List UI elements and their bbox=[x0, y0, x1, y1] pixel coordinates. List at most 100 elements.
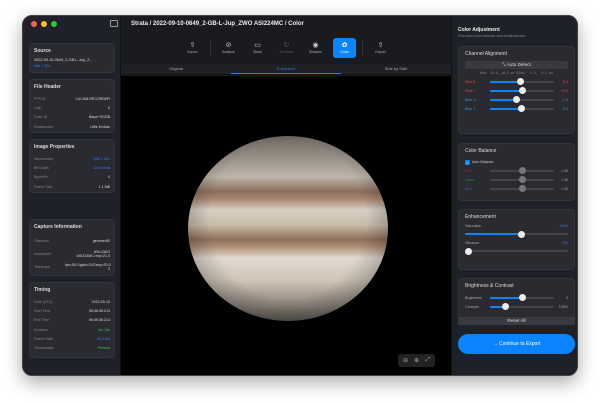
info-label: LuID bbox=[34, 106, 42, 110]
slider-knob[interactable] bbox=[519, 185, 526, 192]
slider-value: +0.2 bbox=[554, 89, 568, 93]
slider-knob[interactable] bbox=[519, 294, 526, 301]
slider-red-x[interactable]: Red X-0.4 bbox=[465, 77, 568, 86]
auto-detect-button[interactable]: ⤡ Auto Detect bbox=[465, 61, 568, 69]
toolbar-analyze-button[interactable]: ⊘Analyze bbox=[217, 38, 240, 58]
balance-heading: Color Balance bbox=[465, 148, 568, 154]
slider-knob[interactable] bbox=[519, 176, 526, 183]
info-row: LuID0 bbox=[34, 103, 110, 112]
slider-contrast[interactable]: Contrast100% bbox=[465, 302, 568, 311]
info-row: InstrumentASI=ZWO ASI224MC=mp=21.0 bbox=[34, 247, 110, 260]
info-value: 1.1 MB bbox=[99, 185, 110, 189]
info-row: End Time 06:49:36.214 bbox=[34, 316, 110, 325]
info-value: 06:49:36.214 bbox=[89, 318, 110, 322]
slider-label: Red Y bbox=[465, 89, 490, 93]
fit-icon[interactable]: ⤢ bbox=[425, 357, 430, 364]
file-header-card: File Header FPS IDLUCAM-RECORDERLuID0Col… bbox=[29, 79, 115, 133]
continue-to-export-button[interactable]: → Continue to Export bbox=[458, 334, 575, 354]
window-controls bbox=[31, 21, 57, 27]
slider-track[interactable] bbox=[490, 81, 554, 83]
slider-knob[interactable] bbox=[518, 231, 525, 238]
sidebar-toggle-icon[interactable] bbox=[110, 20, 118, 27]
slider-track[interactable] bbox=[465, 233, 568, 235]
info-row: Telescopefps=50.1/gain=247/exp=20.0 0 bbox=[34, 260, 110, 273]
slider-blue-y[interactable]: Blue Y-0.2 bbox=[465, 104, 568, 113]
slider-saturation[interactable]: Saturation111% bbox=[465, 224, 568, 235]
info-label: Duration bbox=[34, 328, 48, 332]
info-label: End Time bbox=[34, 318, 49, 322]
tab-original[interactable]: Original bbox=[121, 64, 231, 74]
slider-knob[interactable] bbox=[465, 248, 472, 255]
info-row: Dimensions656 × 424 bbox=[34, 154, 110, 163]
info-label: Color ID bbox=[34, 115, 47, 119]
close-button[interactable] bbox=[31, 21, 37, 27]
window-title: Strata / 2022-09-10-0649_2-GB-L-Jup_ZWO … bbox=[131, 21, 304, 27]
slider-track[interactable] bbox=[490, 306, 554, 308]
toolbar-derotate-button[interactable]: ↻Derotate bbox=[275, 38, 298, 58]
image-properties-card: Image Properties Dimensions656 × 424Bit … bbox=[29, 139, 115, 193]
info-label: Bytes/Px bbox=[34, 175, 48, 179]
info-value: 50.0 fps bbox=[97, 337, 110, 341]
toolbar-sharpen-button[interactable]: ◉Sharpen bbox=[304, 38, 327, 58]
slider-knob[interactable] bbox=[519, 87, 526, 94]
auto-balance-checkbox[interactable]: ✓ bbox=[465, 160, 470, 165]
slider-label: Contrast bbox=[465, 305, 490, 309]
channel-heading: Channel Alignment bbox=[465, 51, 568, 57]
info-label: Frame Rate bbox=[34, 337, 53, 341]
slider-label: Blue X bbox=[465, 98, 490, 102]
slider-knob[interactable] bbox=[518, 105, 525, 112]
info-label: Date (UTC) bbox=[34, 300, 52, 304]
sidebar: Source 2022-09-10-0649_2-GB-L-Jup_Z... 6… bbox=[23, 16, 121, 375]
slider-label: Red X bbox=[465, 80, 490, 84]
slider-knob[interactable] bbox=[519, 167, 526, 174]
slider-knob[interactable] bbox=[513, 96, 520, 103]
slider-track[interactable] bbox=[490, 188, 554, 190]
slider-blue[interactable]: Blue1.00 bbox=[465, 184, 568, 193]
info-row: Frame Rate 50.0 fps bbox=[34, 334, 110, 343]
info-value: 06:48:36.214 bbox=[89, 309, 110, 313]
channel-alignment-card: Channel Alignment ⤡ Auto Detect Red: -0.… bbox=[458, 46, 575, 134]
zoom-out-icon[interactable]: ⊖ bbox=[403, 357, 408, 364]
info-value: 656 × 424 bbox=[94, 157, 110, 161]
zoom-in-icon[interactable]: ⊕ bbox=[414, 357, 419, 364]
info-row: EndiannessLittle Endian bbox=[34, 122, 110, 131]
slider-track[interactable] bbox=[490, 297, 554, 299]
info-label: FPS ID bbox=[34, 97, 46, 101]
slider-red-y[interactable]: Red Y +0.2 bbox=[465, 86, 568, 95]
slider-blue-x[interactable]: Blue X -1.5 bbox=[465, 95, 568, 104]
jupiter-image bbox=[188, 136, 388, 321]
slider-track[interactable] bbox=[490, 90, 554, 92]
slider-value: -1.5 bbox=[554, 98, 568, 102]
slider-knob[interactable] bbox=[517, 78, 524, 85]
slider-track[interactable] bbox=[490, 108, 554, 110]
stack-icon: ▭ bbox=[254, 42, 261, 50]
tab-enhanced[interactable]: Enhanced bbox=[231, 64, 341, 74]
slider-green[interactable]: Green1.00 bbox=[465, 175, 568, 184]
slider-vibrance[interactable]: Vibrance0% bbox=[465, 241, 568, 252]
file-header-heading: File Header bbox=[34, 84, 110, 90]
reset-all-button[interactable]: Reset All bbox=[458, 317, 575, 325]
image-canvas[interactable]: ⊖ ⊕ ⤢ bbox=[121, 76, 451, 376]
slider-track[interactable] bbox=[490, 179, 554, 181]
minimize-button[interactable] bbox=[41, 21, 47, 27]
slider-knob[interactable] bbox=[502, 303, 509, 310]
toolbar-import-button[interactable]: ⇪Import bbox=[181, 38, 204, 58]
slider-brightness[interactable]: Brightness 0 bbox=[465, 293, 568, 302]
slider-track[interactable] bbox=[465, 250, 568, 252]
slider-red[interactable]: Red1.00 bbox=[465, 166, 568, 175]
slider-track[interactable] bbox=[490, 170, 554, 172]
toolbar-label: Sharpen bbox=[309, 50, 323, 54]
panel-subtitle: Fine-tune color balance and enhancement bbox=[458, 34, 525, 38]
toolbar-export-button[interactable]: ⇪Export bbox=[369, 38, 392, 58]
toolbar-color-button[interactable]: ✿Color bbox=[333, 38, 356, 58]
toolbar-stack-button[interactable]: ▭Stack bbox=[246, 38, 269, 58]
zoom-controls: ⊖ ⊕ ⤢ bbox=[398, 354, 435, 367]
tab-side-by-side[interactable]: Side by Side bbox=[341, 64, 451, 74]
panel-title: Color Adjustment bbox=[458, 27, 500, 33]
slider-value: 0 bbox=[554, 296, 568, 300]
zoom-button[interactable] bbox=[51, 21, 57, 27]
app-window: Source 2022-09-10-0649_2-GB-L-Jup_Z... 6… bbox=[22, 15, 578, 376]
slider-label: Brightness bbox=[465, 296, 490, 300]
info-label: Start Time bbox=[34, 309, 50, 313]
slider-track[interactable] bbox=[490, 99, 554, 101]
